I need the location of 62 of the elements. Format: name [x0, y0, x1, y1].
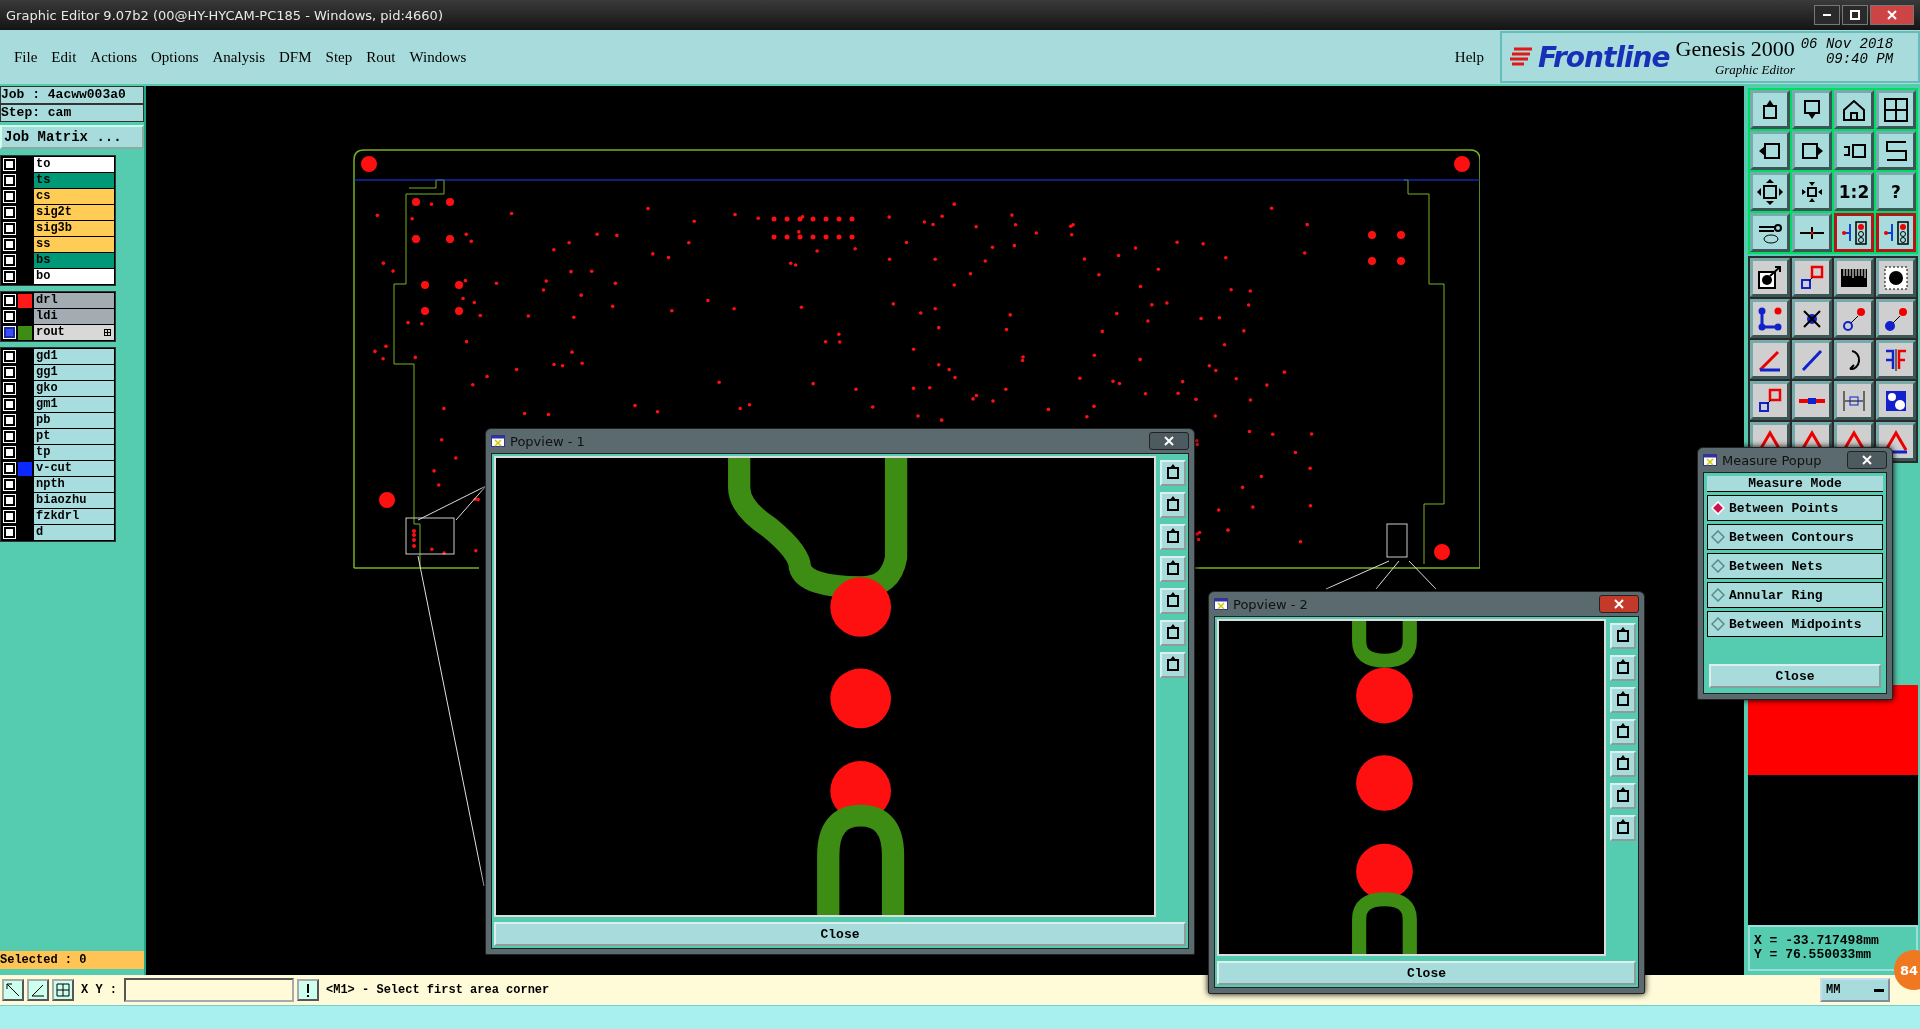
tool-button[interactable]: ? — [1876, 172, 1916, 211]
logo: Frontline — [1538, 40, 1670, 74]
menu-item[interactable]: Help — [1454, 48, 1484, 66]
menu-item[interactable]: DFM — [279, 48, 312, 66]
menu-item[interactable]: Options — [151, 48, 199, 66]
layer-name[interactable]: rout — [34, 325, 114, 340]
layer-name[interactable]: pt — [34, 429, 114, 444]
radio-option[interactable]: Annular Ring — [1707, 582, 1883, 608]
radio-option[interactable]: Between Points — [1707, 495, 1883, 521]
layer-name[interactable]: drl — [34, 293, 114, 308]
radio-option[interactable]: Between Nets — [1707, 553, 1883, 579]
menu-item[interactable]: File — [14, 48, 38, 66]
product-name: Genesis 2000 — [1675, 36, 1795, 62]
product-subtitle: Graphic Editor — [1714, 62, 1795, 78]
layer-name[interactable]: ss — [34, 237, 114, 252]
layer-name[interactable]: ldi — [34, 309, 114, 324]
window-title: Popview - 1 — [510, 433, 586, 449]
layer-name[interactable]: tp — [34, 445, 114, 460]
date: 06 Nov 2018 — [1800, 37, 1894, 52]
time: 09:40 PM — [1825, 52, 1894, 67]
tool-button[interactable]: 1:2 — [1834, 172, 1874, 211]
close-button[interactable]: Close — [1709, 664, 1881, 688]
layer-name[interactable]: sig3b — [34, 221, 114, 236]
layer-name[interactable]: cs — [34, 189, 114, 204]
layer-name[interactable]: biaozhu — [34, 493, 114, 508]
window-title: Measure Popup — [1722, 452, 1823, 468]
status-message: <M1> - Select first area corner — [326, 983, 551, 997]
close-button[interactable]: Close — [1217, 961, 1636, 985]
layer-name[interactable]: gm1 — [34, 397, 114, 412]
menu-item[interactable]: Windows — [409, 48, 467, 66]
y-coordinate: Y = 76.550033mm — [1754, 948, 1873, 962]
step-label: Step: cam — [0, 104, 144, 122]
layer-name[interactable]: d — [34, 525, 114, 540]
units-dropdown[interactable]: MM — [1820, 978, 1890, 1002]
menu-item[interactable]: Edit — [51, 48, 77, 66]
job-label: Job : 4acww003a0 — [0, 86, 144, 104]
section-heading: Measure Mode — [1707, 476, 1883, 492]
window-title: Graphic Editor 9.07b2 (00@HY-HYCAM-PC185 - Windows, pid:4660) — [6, 7, 444, 23]
x-coordinate: X = -33.717498mm — [1754, 934, 1880, 948]
job-matrix-button[interactable]: Job Matrix ... — [0, 125, 144, 149]
menu-item[interactable]: Analysis — [212, 48, 266, 66]
menu-item[interactable]: Actions — [90, 48, 137, 66]
radio-option[interactable]: Between Midpoints — [1707, 611, 1883, 637]
close-button[interactable]: Close — [494, 922, 1186, 946]
layer-name[interactable]: npth — [34, 477, 114, 492]
layer-name[interactable]: to — [34, 157, 114, 172]
layer-name[interactable]: gko — [34, 381, 114, 396]
xy-label: X Y : — [81, 983, 117, 997]
layer-name[interactable]: gd1 — [34, 349, 114, 364]
layer-name[interactable]: gg1 — [34, 365, 114, 380]
layer-name[interactable]: v-cut — [34, 461, 114, 476]
menu-item[interactable]: Rout — [366, 48, 396, 66]
layer-name[interactable]: bs — [34, 253, 114, 268]
window-title: Popview - 2 — [1233, 596, 1309, 612]
layer-name[interactable]: pb — [34, 413, 114, 428]
radio-option[interactable]: Between Contours — [1707, 524, 1883, 550]
layer-name[interactable]: ts — [34, 173, 114, 188]
layer-name[interactable]: bo — [34, 269, 114, 284]
layer-name[interactable]: fzkdrl — [34, 509, 114, 524]
layer-name[interactable]: sig2t — [34, 205, 114, 220]
selected-count: Selected : 0 — [0, 951, 144, 969]
menu-item[interactable]: Step — [325, 48, 353, 66]
